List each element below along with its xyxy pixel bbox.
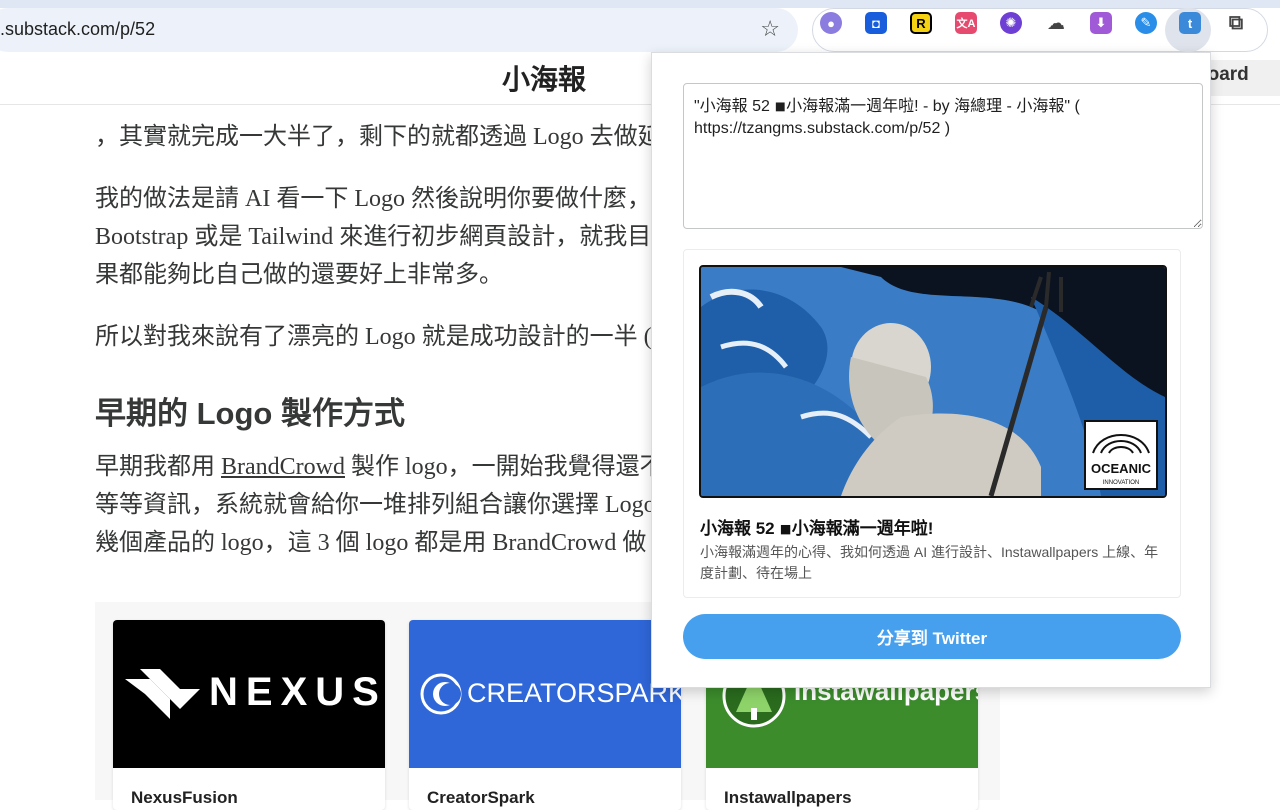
creatorspark-logo-text: CREATORSPARK bbox=[467, 678, 681, 708]
article-line: 等等資訊，系統就會給你一堆排列組合讓你選擇 Logo bbox=[95, 492, 656, 518]
badge-title: OCEANIC bbox=[1091, 461, 1152, 476]
preview-description: 小海報滿週年的心得、我如何透過 AI 進行設計、Instawallpapers … bbox=[700, 544, 1159, 581]
article-text: 早期我都用 bbox=[95, 454, 221, 480]
download-icon[interactable]: ⬇ bbox=[1090, 12, 1112, 34]
url-text[interactable]: .substack.com/p/52 bbox=[0, 19, 155, 40]
logo-card[interactable]: CREATORSPARK CreatorSpark bbox=[409, 620, 681, 810]
bitwarden-icon[interactable]: ◘ bbox=[865, 12, 887, 34]
link-preview-card: OCEANIC INNOVATION 小海報 52 ◾小海報滿一週年啦! 小海報… bbox=[683, 249, 1181, 598]
card-title: NexusFusion bbox=[131, 788, 238, 807]
section-heading: 早期的 Logo 製作方式 bbox=[95, 396, 405, 431]
nexus-mark-icon bbox=[125, 669, 200, 719]
poseidon-illustration: OCEANIC INNOVATION bbox=[701, 267, 1165, 496]
translate-icon[interactable]: 文A bbox=[955, 12, 977, 34]
badge-subtitle: INNOVATION bbox=[1103, 480, 1139, 486]
browser-toolbar: .substack.com/p/52 ☆ ● ◘ R 文A ✺ ☁ ⬇ ✎ t … bbox=[0, 0, 1280, 60]
brandcrowd-link[interactable]: BrandCrowd bbox=[221, 454, 345, 480]
logo-card[interactable]: NEXUS NexusFusion bbox=[113, 620, 385, 810]
creatorspark-logo-image: CREATORSPARK bbox=[409, 620, 681, 768]
brain-icon[interactable]: ✺ bbox=[1000, 12, 1022, 34]
nexus-logo-text: NEXUS bbox=[209, 670, 385, 714]
card-title: CreatorSpark bbox=[427, 788, 535, 807]
ai-extension-icon[interactable]: ● bbox=[820, 12, 842, 34]
article-line: 我的做法是請 AI 看一下 Logo 然後說明你要做什麼， bbox=[95, 186, 651, 212]
preview-image: OCEANIC INNOVATION bbox=[699, 265, 1167, 498]
readwise-icon[interactable]: R bbox=[910, 12, 932, 34]
tab-strip bbox=[0, 0, 1280, 8]
article-line: 幾個產品的 logo，這 3 個 logo 都是用 BrandCrowd 做 bbox=[95, 530, 647, 556]
tweet-share-icon[interactable]: t bbox=[1179, 12, 1201, 34]
card-title: Instawallpapers bbox=[724, 788, 852, 807]
creatorspark-moon-icon bbox=[420, 673, 462, 715]
site-title[interactable]: 小海報 bbox=[502, 60, 586, 98]
article-text: 製作 logo，一開始我覺得還不 bbox=[344, 454, 664, 480]
address-bar[interactable]: .substack.com/p/52 ☆ bbox=[0, 8, 798, 52]
share-text-field[interactable]: "小海報 52 ◾小海報滿一週年啦! - by 海總理 - 小海報" ( htt… bbox=[683, 83, 1203, 229]
article-line: 所以對我來說有了漂亮的 Logo 就是成功設計的一半 ( bbox=[95, 324, 652, 350]
bookmark-star-icon[interactable]: ☆ bbox=[760, 17, 780, 41]
article-line: 早期我都用 BrandCrowd 製作 logo，一開始我覺得還不 bbox=[95, 448, 664, 486]
share-to-twitter-button[interactable]: 分享到 Twitter bbox=[683, 614, 1181, 659]
puzzle-icon[interactable]: ⧉ bbox=[1225, 12, 1247, 34]
article-line: Bootstrap 或是 Tailwind 來進行初步網頁設計，就我目 bbox=[95, 224, 652, 250]
article-line: 果都能夠比自己做的還要好上非常多。 bbox=[95, 262, 503, 288]
cloud-icon[interactable]: ☁ bbox=[1045, 12, 1067, 34]
edit-icon[interactable]: ✎ bbox=[1135, 12, 1157, 34]
nexus-logo-image: NEXUS bbox=[113, 620, 385, 768]
article-line: ，其實就完成一大半了，剩下的就都透過 Logo 去做延 bbox=[95, 124, 662, 150]
share-popup: "小海報 52 ◾小海報滿一週年啦! - by 海總理 - 小海報" ( htt… bbox=[651, 52, 1211, 688]
preview-title: 小海報 52 ◾小海報滿一週年啦! bbox=[700, 519, 934, 538]
